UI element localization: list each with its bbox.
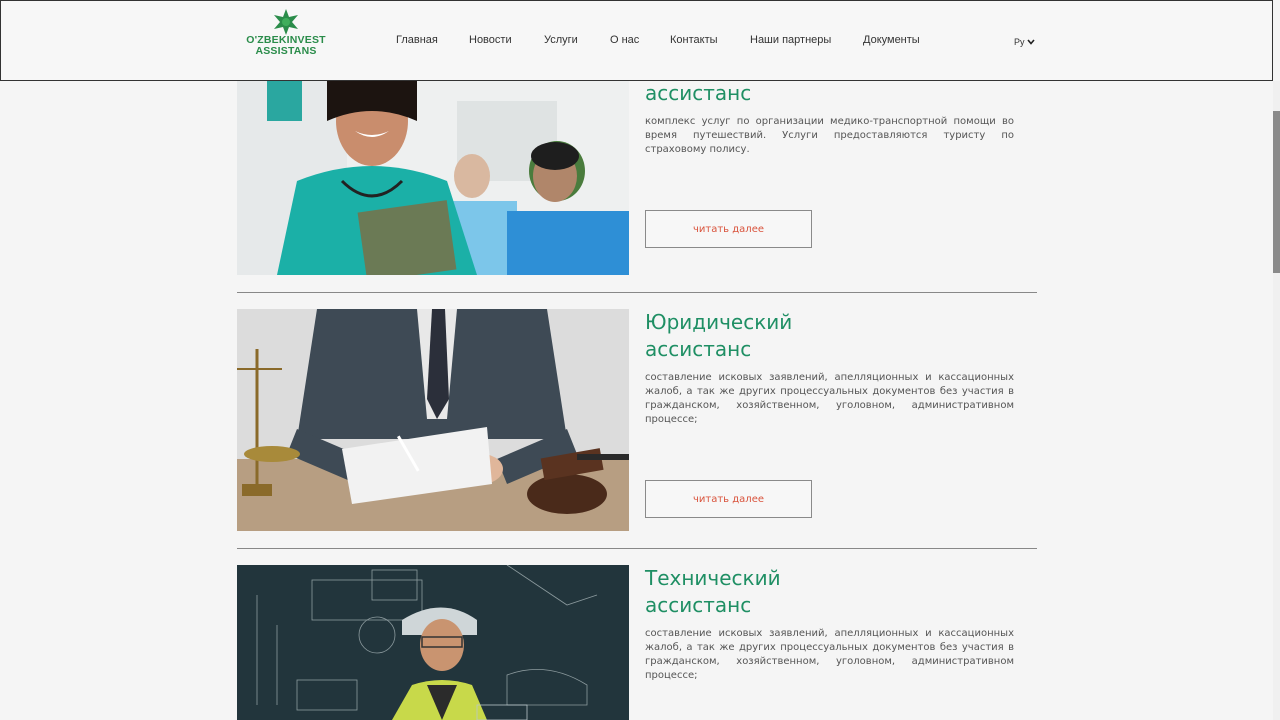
card-title-technical: Технический ассистанс	[645, 565, 781, 619]
card-title-medical-line2: ассистанс	[645, 81, 752, 105]
site-header: O'ZBEKINVEST ASSISTANS Главная Новости У…	[0, 0, 1273, 81]
read-more-button-legal[interactable]: читать далее	[645, 480, 812, 518]
card-title-legal: Юридический ассистанс	[645, 309, 792, 363]
card-title-technical-line1: Технический	[645, 566, 781, 590]
nav-services[interactable]: Услуги	[544, 34, 578, 46]
logo-text-line2: ASSISTANS	[255, 45, 317, 57]
language-selector[interactable]: Ру	[1014, 37, 1035, 47]
nav-home[interactable]: Главная	[396, 34, 438, 46]
nav-documents[interactable]: Документы	[863, 34, 920, 46]
card-desc-technical: составление исковых заявлений, апелляцио…	[645, 628, 1014, 681]
nav-about[interactable]: О нас	[610, 34, 639, 46]
card-desc-medical: комплекс услуг по организации медико-тра…	[645, 116, 1014, 155]
card-title-legal-line1: Юридический	[645, 310, 793, 334]
doctor-photo	[237, 81, 629, 275]
card-title-technical-line2: ассистанс	[645, 593, 752, 617]
logo-star-icon	[274, 9, 298, 35]
card-desc-legal: составление исковых заявлений, апелляцио…	[645, 372, 1014, 425]
card-title-legal-line2: ассистанс	[645, 337, 752, 361]
nav-partners[interactable]: Наши партнеры	[750, 34, 831, 46]
nav-news[interactable]: Новости	[469, 34, 512, 46]
logo[interactable]: O'ZBEKINVEST ASSISTANS	[246, 9, 326, 61]
nav-contacts[interactable]: Контакты	[670, 34, 718, 46]
read-more-button-medical[interactable]: читать далее	[645, 210, 812, 248]
card-divider-2	[237, 548, 1037, 549]
card-image-legal	[237, 309, 629, 531]
card-divider-1	[237, 292, 1037, 293]
card-image-medical	[237, 81, 629, 275]
lawyer-photo	[237, 309, 629, 531]
page-scrollbar[interactable]	[1273, 81, 1280, 720]
language-label: Ру	[1014, 37, 1025, 47]
scrollbar-thumb[interactable]	[1273, 111, 1280, 273]
card-image-technical	[237, 565, 629, 720]
card-title-medical: ассистанс	[645, 80, 751, 107]
engineer-photo	[237, 565, 629, 720]
chevron-down-icon	[1026, 39, 1035, 45]
